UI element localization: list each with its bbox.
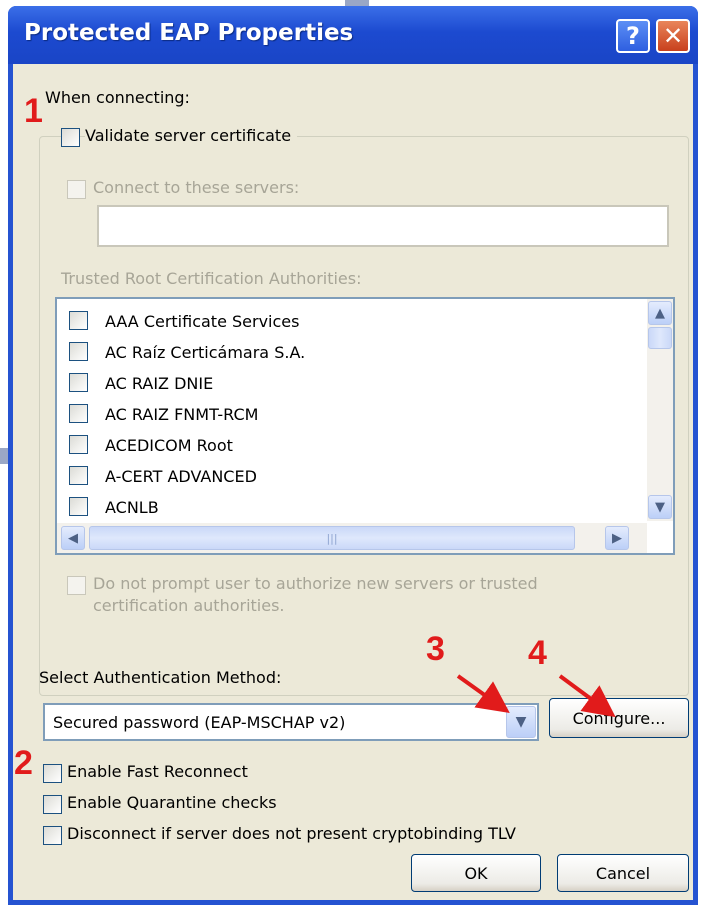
arrow-to-configure <box>558 674 616 718</box>
arrow-to-dropdown <box>456 674 510 713</box>
annotation-arrow-3 <box>456 674 616 718</box>
